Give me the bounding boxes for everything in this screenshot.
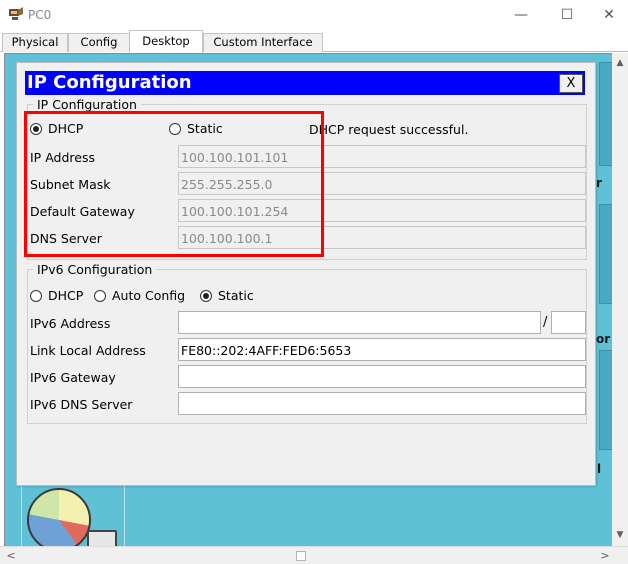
ipv6-dns-server-label: IPv6 DNS Server xyxy=(30,397,133,412)
radio-selected-icon xyxy=(200,289,212,302)
tab-custom-interface[interactable]: Custom Interface xyxy=(203,33,323,52)
scroll-right-icon[interactable]: > xyxy=(596,548,614,564)
tab-physical[interactable]: Physical xyxy=(2,33,68,52)
ipv6-dns-server-field[interactable] xyxy=(178,392,586,415)
dialog-close-button[interactable]: X xyxy=(559,74,583,93)
tab-config[interactable]: Config xyxy=(68,33,130,52)
prefix-separator: / xyxy=(543,315,548,330)
dialog-titlebar: IP Configuration X xyxy=(25,71,585,95)
maximize-button[interactable]: ☐ xyxy=(544,0,590,30)
ipv6-config-group: IPv6 Configuration DHCP Auto Config Stat… xyxy=(27,262,587,424)
link-local-address-label: Link Local Address xyxy=(30,343,146,358)
network-device-icon xyxy=(9,7,23,20)
desktop-app-label: r xyxy=(596,176,602,190)
scroll-up-icon[interactable]: ▲ xyxy=(612,55,628,71)
desktop-app-label: or xyxy=(596,332,611,346)
minimize-button[interactable]: — xyxy=(498,0,544,30)
scrollbar-thumb[interactable] xyxy=(296,551,306,561)
horizontal-scrollbar[interactable]: < > xyxy=(0,546,628,564)
ipv6-dhcp-radio[interactable]: DHCP xyxy=(30,288,83,303)
ipv6-auto-config-radio[interactable]: Auto Config xyxy=(94,288,185,303)
window-app-icon[interactable] xyxy=(87,530,117,546)
ipv6-auto-config-label: Auto Config xyxy=(112,288,186,303)
ipv6-prefix-field[interactable] xyxy=(551,311,586,334)
close-window-button[interactable]: ✕ xyxy=(590,0,628,30)
radio-unselected-icon xyxy=(94,289,106,302)
link-local-address-field[interactable]: FE80::202:4AFF:FED6:5653 xyxy=(178,338,586,361)
ipv6-dhcp-label: DHCP xyxy=(48,288,84,303)
ipv6-gateway-field[interactable] xyxy=(178,365,586,388)
vertical-scrollbar[interactable]: ▲ ▼ xyxy=(612,53,628,546)
highlight-annotation-box xyxy=(24,111,324,257)
ipv6-group-legend: IPv6 Configuration xyxy=(33,262,157,277)
radio-unselected-icon xyxy=(30,289,42,302)
dhcp-status-text: DHCP request successful. xyxy=(309,122,469,137)
ipv6-gateway-label: IPv6 Gateway xyxy=(30,370,116,385)
dialog-title: IP Configuration xyxy=(27,72,192,93)
pie-chart-app-icon[interactable] xyxy=(27,488,91,546)
ipv6-static-label: Static xyxy=(218,288,254,303)
ipv6-static-radio[interactable]: Static xyxy=(200,288,254,303)
scroll-left-icon[interactable]: < xyxy=(2,548,20,564)
window-titlebar: PC0 — ☐ ✕ xyxy=(0,0,628,30)
device-tabs: Physical Config Desktop Custom Interface xyxy=(0,30,628,53)
ipv4-group-legend: IP Configuration xyxy=(33,97,141,112)
tab-desktop[interactable]: Desktop xyxy=(129,30,203,53)
ipv6-address-label: IPv6 Address xyxy=(30,316,111,331)
window-title: PC0 xyxy=(28,8,52,22)
desktop-app-label: l xyxy=(597,462,602,476)
ipv6-address-field[interactable] xyxy=(178,311,541,334)
scroll-down-icon[interactable]: ▼ xyxy=(612,527,628,543)
